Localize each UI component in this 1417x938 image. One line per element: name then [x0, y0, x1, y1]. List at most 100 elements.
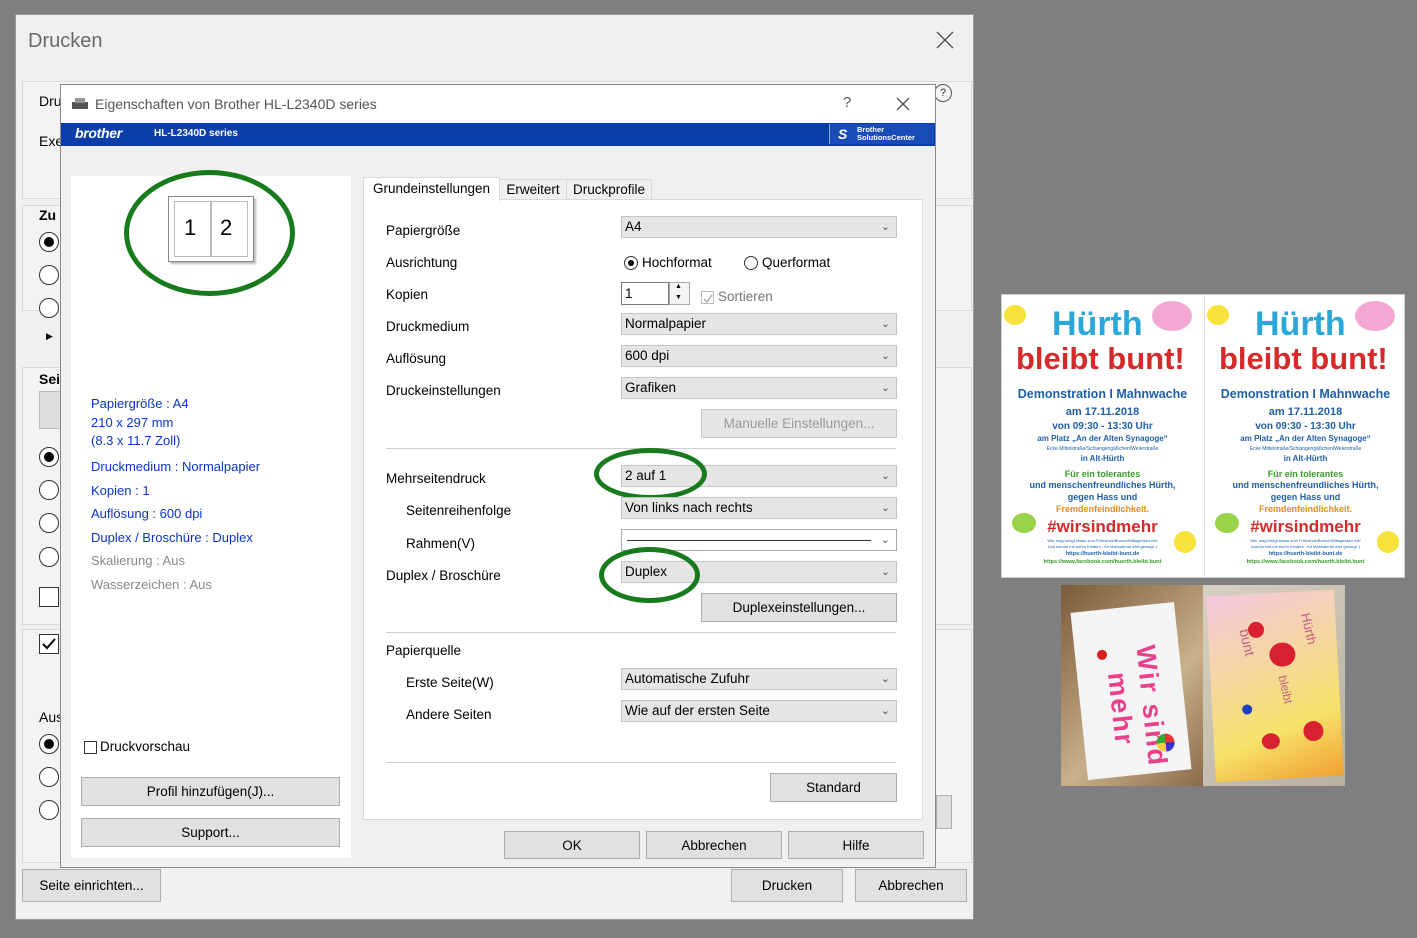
preview-checkbox[interactable]	[84, 741, 97, 754]
landscape-label: Querformat	[762, 255, 831, 270]
flyer-line1: Für ein tolerantes	[1064, 469, 1141, 479]
drawings-photo: Wir sind mehr Hürth bleibt bunt	[1061, 585, 1345, 786]
page-radio-4[interactable]	[39, 547, 59, 567]
output-checkbox-checked[interactable]	[39, 634, 59, 654]
flyer-small-1: Wer mag bringt etwas zum Frühstück/Brunc…	[1047, 538, 1158, 543]
flyer-line4: Fremdenfeindlichkeit.	[1258, 504, 1353, 514]
preview-checkbox-label: Druckvorschau	[100, 739, 191, 754]
output-radio-1[interactable]	[39, 734, 59, 754]
settings-label: Druckeinstellungen	[386, 383, 501, 398]
help-icon[interactable]: ?	[934, 84, 952, 102]
order-select[interactable]: Von links nach rechts ⌄	[621, 497, 897, 519]
drawing-red-blob-4	[1261, 732, 1281, 750]
brother-logo: brother	[75, 125, 122, 141]
manual-settings-button[interactable]: Manuelle Einstellungen...	[701, 409, 897, 438]
preview-highlight-ring	[124, 170, 295, 296]
portrait-radio[interactable]	[624, 256, 638, 270]
tab-grundeinstellungen[interactable]: Grundeinstellungen	[363, 177, 500, 201]
standard-button[interactable]: Standard	[770, 773, 897, 802]
other-pages-select[interactable]: Wie auf der ersten Seite ⌄	[621, 700, 897, 722]
spin-up-icon[interactable]: ▲	[675, 283, 682, 290]
copies-label: Kopien	[386, 287, 429, 302]
other-pages-label: Andere Seiten	[406, 707, 492, 722]
output-radio-3[interactable]	[39, 800, 59, 820]
landscape-radio[interactable]	[744, 256, 758, 270]
tab-druckprofile[interactable]: Druckprofile	[566, 179, 652, 201]
page-radio-2[interactable]	[39, 480, 59, 500]
printer-icon	[71, 97, 89, 114]
chevron-down-icon: ⌄	[880, 502, 890, 514]
flyer-district: in Alt-Hürth	[1283, 454, 1328, 463]
flyer-url-1: https://huerth-bleibt-bunt.de	[1268, 551, 1343, 557]
properties-dialog: Eigenschaften von Brother HL-L2340D seri…	[60, 84, 936, 868]
drawing-right-text-1: Hürth	[1298, 611, 1320, 646]
print-cancel-button[interactable]: Abbrechen	[855, 869, 967, 902]
drawing-left-text: Wir sind mehr	[1102, 643, 1173, 769]
copies-value: 1	[625, 286, 633, 301]
resolution-label: Auflösung	[386, 351, 447, 366]
solutions-center-button[interactable]: S Brother SolutionsCenter	[829, 124, 934, 144]
page-setup-button[interactable]: Seite einrichten...	[22, 869, 161, 902]
border-label: Rahmen(V)	[406, 536, 476, 551]
media-value: Normalpapier	[625, 316, 707, 331]
copies-spinner[interactable]: ▲ ▼	[669, 282, 690, 305]
page-checkbox[interactable]	[39, 587, 59, 607]
paper-size-label: Papiergröße	[386, 223, 461, 238]
flyer-line1: Für ein tolerantes	[1267, 469, 1344, 479]
range-pages-radio[interactable]	[39, 298, 59, 318]
divider-2	[386, 632, 896, 633]
chevron-down-icon: ⌄	[880, 470, 890, 482]
print-button[interactable]: Drucken	[731, 869, 843, 902]
collate-label: Sortieren	[718, 289, 773, 304]
preview-panel: 1 2 Papiergröße : A4 210 x 297 mm (8.3 x…	[71, 170, 351, 858]
settings-select[interactable]: Grafiken ⌄	[621, 377, 897, 399]
outer-side-button-edge[interactable]	[936, 795, 952, 829]
output-radio-2[interactable]	[39, 767, 59, 787]
brother-banner: brother HL-L2340D series S Brother Solut…	[61, 123, 935, 146]
spin-down-icon[interactable]: ▼	[675, 294, 682, 301]
multipage-label: Mehrseitendruck	[386, 471, 486, 486]
duplex-label: Duplex / Broschüre	[386, 568, 501, 583]
add-profile-button[interactable]: Profil hinzufügen(J)...	[81, 777, 340, 806]
summary-paper-size: Papiergröße : A4	[91, 396, 189, 411]
flyer-street: Ecke Mittelstraße/Schlangengäßchen/Weier…	[1249, 446, 1362, 452]
tab-erweitert[interactable]: Erweitert	[498, 179, 568, 201]
ok-button[interactable]: OK	[504, 831, 640, 859]
range-all-radio[interactable]	[39, 232, 59, 252]
flyer-url-2: https://www.facebook.com/huerth.bleibt.b…	[1043, 559, 1162, 565]
flyer-line3: gegen Hass und	[1270, 492, 1341, 502]
drawing-blue-blob	[1241, 704, 1253, 715]
expand-arrow-icon[interactable]: ▶	[46, 331, 53, 342]
first-page-select[interactable]: Automatische Zufuhr ⌄	[621, 668, 897, 690]
divider-3	[386, 762, 896, 763]
flyer-small-2: Und kommt mit euren Kindern - für Malmat…	[1047, 544, 1158, 549]
page-radio-1[interactable]	[39, 447, 59, 467]
flyer-date: am 17.11.2018	[1065, 406, 1140, 418]
help-question-icon[interactable]: ?	[843, 94, 851, 111]
fragment-zu: Zu	[39, 207, 57, 223]
flyer-place: am Platz „An der Alten Synagoge“	[1037, 434, 1168, 443]
flyer-right: Hürth bleibt bunt! Demonstration I Mahnw…	[1204, 295, 1406, 577]
duplex-settings-button[interactable]: Duplexeinstellungen...	[701, 593, 897, 622]
collate-checkbox[interactable]	[701, 291, 714, 304]
paint-splash-pink	[1152, 301, 1192, 331]
cancel-button[interactable]: Abbrechen	[646, 831, 782, 859]
media-select[interactable]: Normalpapier ⌄	[621, 313, 897, 335]
chevron-down-icon: ⌄	[880, 705, 890, 717]
dialog-close-icon[interactable]	[895, 96, 911, 115]
resolution-select[interactable]: 600 dpi ⌄	[621, 345, 897, 367]
page-radio-3[interactable]	[39, 513, 59, 533]
summary-copies: Kopien : 1	[91, 483, 150, 498]
close-icon[interactable]	[934, 29, 956, 51]
support-button[interactable]: Support...	[81, 818, 340, 847]
properties-title: Eigenschaften von Brother HL-L2340D seri…	[95, 96, 377, 112]
flyer-url-2: https://www.facebook.com/huerth.bleibt.b…	[1246, 559, 1365, 565]
summary-dims-inch: (8.3 x 11.7 Zoll)	[91, 433, 181, 448]
help-button[interactable]: Hilfe	[788, 831, 924, 859]
copies-input[interactable]: 1	[621, 282, 669, 305]
flyer-time: von 09:30 - 13:30 Uhr	[1052, 421, 1153, 432]
paper-size-select[interactable]: A4 ⌄	[621, 216, 897, 238]
range-current-radio[interactable]	[39, 265, 59, 285]
summary-dims-mm: 210 x 297 mm	[91, 415, 174, 430]
flyer-date: am 17.11.2018	[1268, 406, 1343, 418]
